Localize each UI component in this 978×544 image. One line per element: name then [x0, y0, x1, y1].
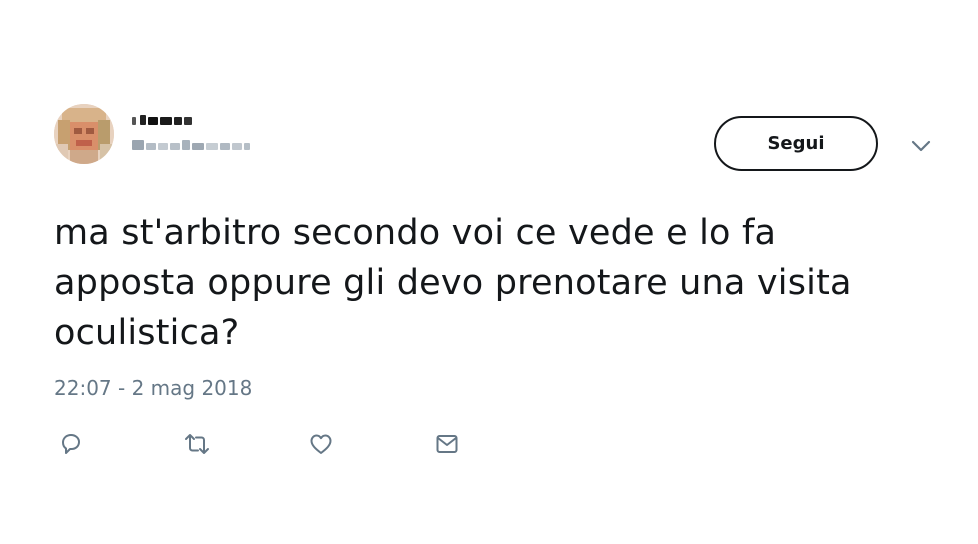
tweet-text-line: ma st'arbitro secondo voi ce vede e lo f…	[54, 213, 777, 253]
tweet-text-line: oculistica?	[54, 313, 240, 353]
reply-button[interactable]	[54, 428, 88, 460]
heart-icon	[307, 430, 335, 458]
retweet-button[interactable]	[180, 428, 214, 460]
retweet-icon	[182, 430, 212, 458]
tweet-card: Segui ma st'arbitro secondo voi ce vede …	[0, 0, 978, 544]
envelope-icon	[433, 430, 461, 458]
user-display-name[interactable]	[132, 113, 212, 127]
reply-icon	[57, 430, 85, 458]
avatar[interactable]	[54, 104, 114, 164]
message-button[interactable]	[430, 428, 464, 460]
like-button[interactable]	[304, 428, 338, 460]
tweet-timestamp[interactable]: 22:07 - 2 mag 2018	[54, 376, 252, 400]
follow-button[interactable]: Segui	[714, 116, 878, 171]
tweet-text: ma st'arbitro secondo voi ce vede e lo f…	[54, 208, 934, 358]
chevron-down-icon[interactable]	[908, 136, 934, 156]
tweet-text-line: apposta oppure gli devo prenotare una vi…	[54, 263, 852, 303]
user-handle[interactable]	[132, 138, 252, 152]
